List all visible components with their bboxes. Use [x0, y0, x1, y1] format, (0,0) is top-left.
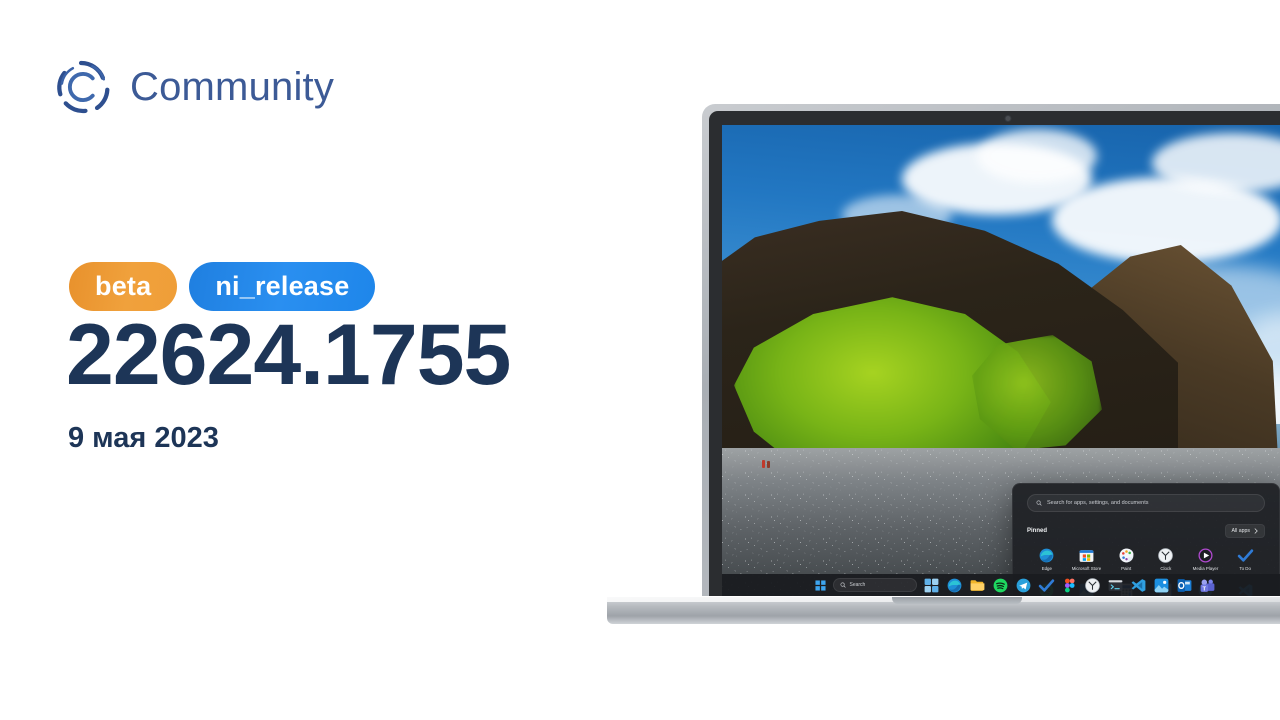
- taskbar-app-widgets[interactable]: [922, 576, 941, 595]
- paint-icon: [1118, 547, 1135, 564]
- pinned-app-to-do[interactable]: To Do: [1225, 545, 1265, 574]
- taskbar-app-terminal[interactable]: [1106, 576, 1125, 595]
- teams-icon: T: [1199, 577, 1216, 594]
- release-badges: beta ni_release: [69, 262, 376, 311]
- taskbar-app-edge[interactable]: [945, 576, 964, 595]
- badge-beta[interactable]: beta: [69, 262, 178, 311]
- taskbar-app-teams[interactable]: T: [1198, 576, 1217, 595]
- taskbar-app-vs-code[interactable]: [1129, 576, 1148, 595]
- clock-icon: [1157, 547, 1174, 564]
- release-date: 9 мая 2023: [68, 422, 219, 454]
- outlook-icon: [1176, 577, 1193, 594]
- photos-icon: [1153, 577, 1170, 594]
- terminal-preview-icon: [1107, 577, 1124, 594]
- clock-icon: [1084, 577, 1101, 594]
- spotify-icon: [992, 577, 1009, 594]
- community-c-logo-icon: [52, 56, 114, 118]
- vs-code-icon: [1130, 577, 1147, 594]
- pinned-title: Pinned: [1027, 528, 1048, 534]
- slide-canvas: Community beta ni_release 22624.1755 9 м…: [0, 0, 1280, 720]
- media-player-icon: [1197, 547, 1214, 564]
- edge-icon: [1038, 547, 1055, 564]
- laptop-screen: Search for apps, settings, and documents…: [722, 125, 1280, 596]
- to-do-icon: [1038, 577, 1055, 594]
- start-search-input[interactable]: Search for apps, settings, and documents: [1027, 494, 1265, 512]
- pinned-app-media-player[interactable]: Media Player: [1186, 545, 1226, 574]
- chevron-right-icon: [1254, 528, 1258, 534]
- webcam-icon: [1005, 116, 1011, 121]
- widgets-icon: [923, 577, 940, 594]
- microsoft-store-icon: [1078, 547, 1095, 564]
- pinned-app-label: Media Player: [1192, 566, 1219, 571]
- to-do-icon: [1237, 547, 1254, 564]
- taskbar-app-clock[interactable]: [1083, 576, 1102, 595]
- badge-branch[interactable]: ni_release: [189, 262, 376, 311]
- pinned-app-label: Microsoft Store: [1071, 566, 1102, 571]
- laptop-bezel: Search for apps, settings, and documents…: [709, 111, 1280, 596]
- all-apps-button[interactable]: All apps: [1224, 524, 1265, 538]
- laptop-lid: Search for apps, settings, and documents…: [702, 104, 1280, 596]
- pinned-header: Pinned All apps: [1027, 524, 1265, 538]
- svg-text:T: T: [1202, 586, 1206, 592]
- brand-name: Community: [130, 64, 335, 109]
- pinned-app-label: Paint: [1121, 566, 1132, 571]
- pinned-app-label: Edge: [1041, 566, 1052, 571]
- file-explorer-icon: [969, 577, 986, 594]
- build-number: 22624.1755: [66, 307, 511, 403]
- search-icon: [840, 582, 846, 588]
- pinned-app-edge[interactable]: Edge: [1027, 545, 1067, 574]
- laptop-base-notch: [892, 597, 1022, 604]
- search-icon: [1036, 500, 1042, 506]
- taskbar-app-spotify[interactable]: [991, 576, 1010, 595]
- taskbar-app-to-do[interactable]: [1037, 576, 1056, 595]
- edge-icon: [946, 577, 963, 594]
- pinned-app-label: To Do: [1239, 566, 1251, 571]
- pinned-app-paint[interactable]: Paint: [1106, 545, 1146, 574]
- taskbar-search-label: Search: [849, 582, 866, 588]
- taskbar-app-telegram[interactable]: [1014, 576, 1033, 595]
- laptop-device: Search for apps, settings, and documents…: [607, 104, 1280, 624]
- taskbar-app-figma[interactable]: [1060, 576, 1079, 595]
- telegram-icon: [1015, 577, 1032, 594]
- taskbar-app-file-explorer[interactable]: [968, 576, 987, 595]
- all-apps-label: All apps: [1231, 528, 1250, 534]
- pinned-app-clock[interactable]: Clock: [1146, 545, 1186, 574]
- taskbar-app-photos[interactable]: [1152, 576, 1171, 595]
- taskbar-app-outlook[interactable]: [1175, 576, 1194, 595]
- pinned-app-label: Clock: [1160, 566, 1172, 571]
- brand-lockup: Community: [52, 56, 334, 118]
- taskbar[interactable]: Search T: [722, 574, 1280, 596]
- pinned-app-microsoft-store[interactable]: Microsoft Store: [1067, 545, 1107, 574]
- taskbar-apps[interactable]: T: [922, 576, 1217, 595]
- taskbar-search-box[interactable]: Search: [832, 578, 917, 592]
- laptop-base: [607, 597, 1280, 624]
- figma-icon: [1061, 577, 1078, 594]
- start-search-placeholder: Search for apps, settings, and documents: [1047, 500, 1149, 506]
- windows-start-icon[interactable]: [813, 578, 828, 593]
